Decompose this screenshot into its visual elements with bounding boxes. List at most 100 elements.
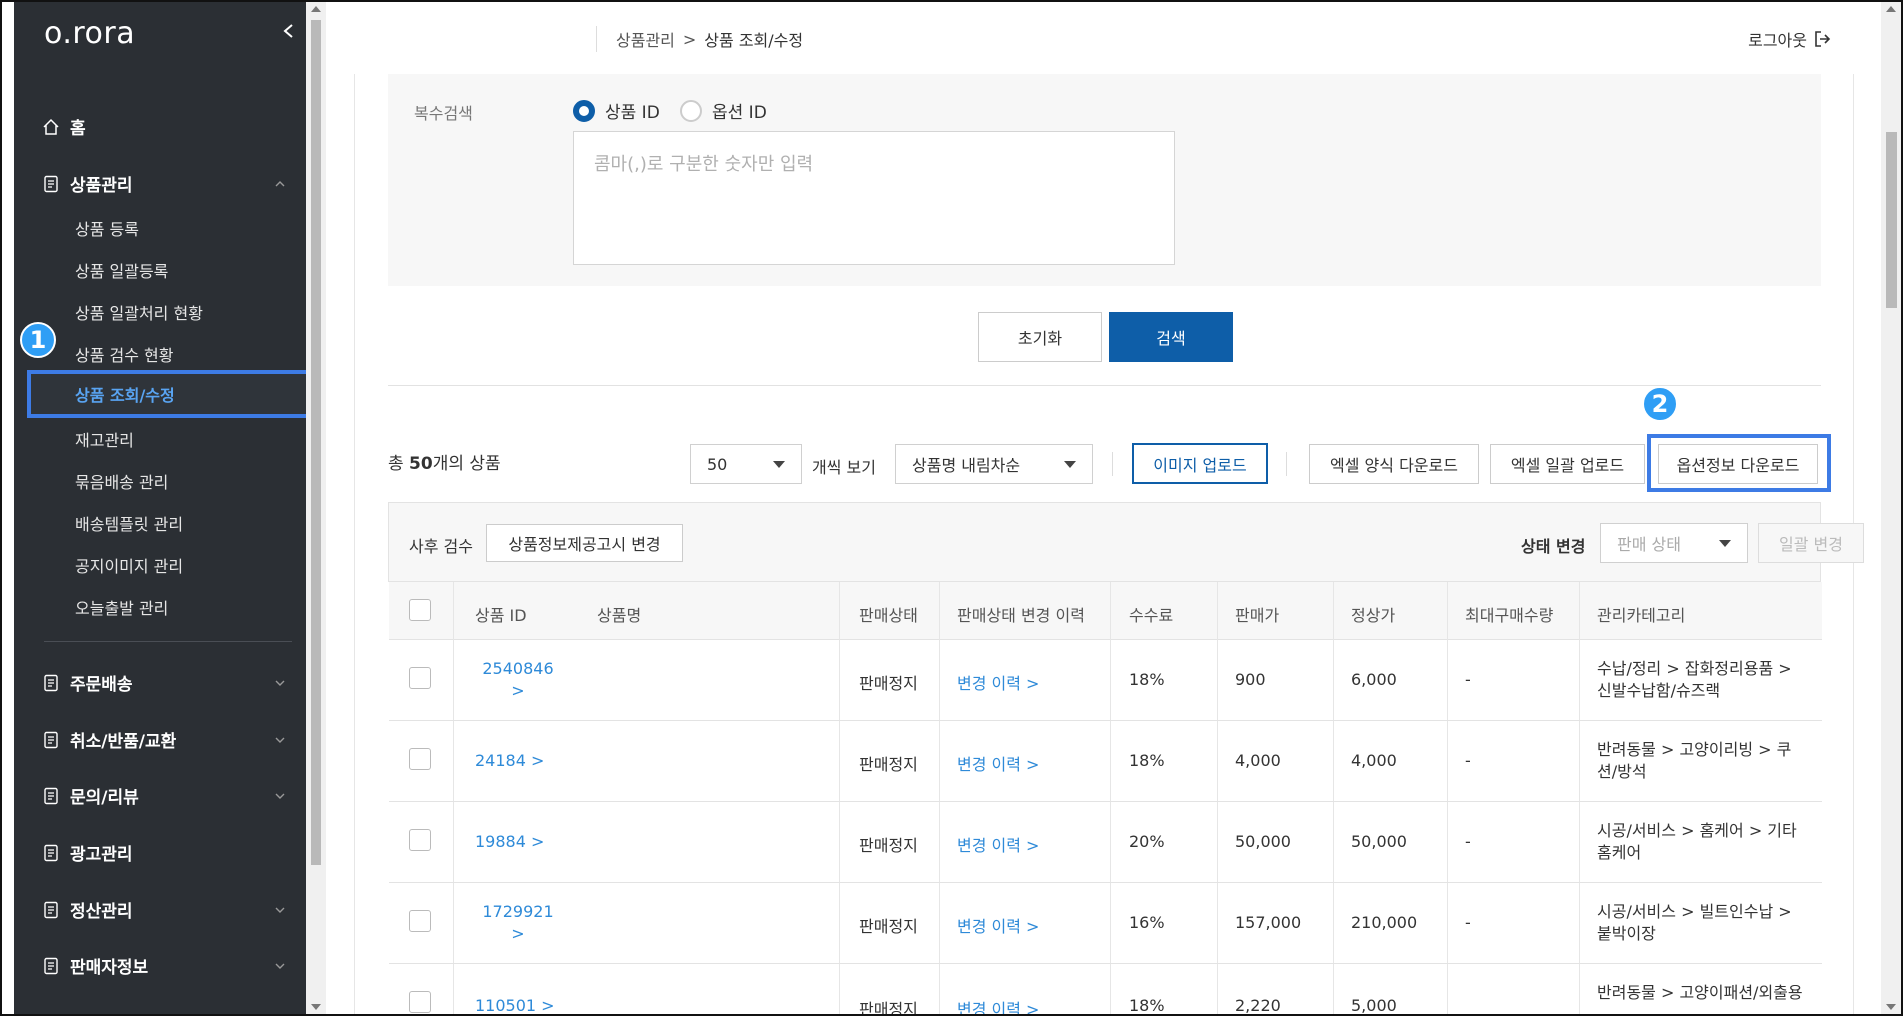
sidebar-item-settlement[interactable]: 정산관리 [42, 897, 285, 922]
th-max-qty: 최대구매수량 [1465, 606, 1554, 625]
sidebar-sub-shipping-template[interactable]: 배송템플릿 관리 [75, 511, 183, 535]
chevron-down-icon [275, 907, 285, 913]
status-placeholder: 판매 상태 [1617, 535, 1681, 554]
history-link[interactable]: 변경 이력 > [957, 751, 1039, 775]
fee-cell: 18% [1129, 751, 1165, 770]
product-id-link[interactable]: 2540846 > [473, 658, 563, 702]
list-price-cell: 5,000 [1351, 996, 1397, 1015]
scrollbar-thumb[interactable] [1886, 132, 1897, 308]
collapse-sidebar-icon[interactable] [282, 24, 296, 38]
sidebar-sub-product-register[interactable]: 상품 등록 [75, 216, 139, 240]
total-count: 총 50개의 상품 [388, 449, 501, 474]
list-price-cell: 4,000 [1351, 751, 1397, 770]
app-window: o.rora 홈 상품관리 상품 등록 상품 일괄등록 상품 일괄처리 현황 상… [0, 0, 1903, 1016]
chevron-down-icon [1064, 460, 1076, 468]
sidebar-sub-bulk-register[interactable]: 상품 일괄등록 [75, 258, 168, 282]
sidebar-item-ads[interactable]: 광고관리 [42, 840, 133, 865]
table-row[interactable]: 19884 > 판매정지 변경 이력 > 20% 50,000 50,000 -… [389, 802, 1822, 883]
category-cell: 시공/서비스 > 빌트인수납 > 붙박이장 [1597, 902, 1792, 943]
table-row[interactable]: 110501 > 판매정지 변경 이력 > 18% 2,220 5,000 반려… [389, 964, 1822, 1016]
reset-button[interactable]: 초기화 [978, 312, 1102, 362]
document-icon [44, 731, 58, 748]
sidebar-item-cancel-return[interactable]: 취소/반품/교환 [42, 727, 285, 752]
status-cell: 판매정지 [859, 1000, 918, 1016]
row-checkbox[interactable] [409, 667, 431, 689]
toolbar-separator [1286, 452, 1287, 476]
page-size-select[interactable]: 50 [690, 444, 802, 484]
history-link[interactable]: 변경 이력 > [957, 996, 1039, 1014]
th-product-id: 상품 ID [475, 606, 527, 625]
sidebar: o.rora 홈 상품관리 상품 등록 상품 일괄등록 상품 일괄처리 현황 상… [14, 2, 311, 1014]
sidebar-sub-bundle-shipping[interactable]: 묶음배송 관리 [75, 469, 168, 493]
status-cell: 판매정지 [859, 674, 918, 693]
document-icon [44, 844, 58, 861]
scroll-up-arrow-icon[interactable] [311, 6, 321, 12]
history-link[interactable]: 변경 이력 > [957, 670, 1039, 694]
sidebar-item-inquiry-review[interactable]: 문의/리뷰 [42, 783, 285, 808]
radio-checked-icon [573, 99, 595, 122]
chevron-down-icon [275, 963, 285, 969]
home-icon [43, 118, 59, 135]
main-scrollbar[interactable] [1881, 2, 1901, 1014]
product-id-link[interactable]: 24184 > [475, 751, 544, 770]
multi-search-label: 복수검색 [414, 104, 473, 123]
total-suffix: 개의 상품 [432, 454, 501, 474]
bulk-toolbar: 사후 검수 상품정보제공고시 변경 상태 변경 판매 상태 일괄 변경 [388, 502, 1864, 582]
scroll-down-arrow-icon[interactable] [311, 1004, 321, 1010]
sidebar-item-seller-info[interactable]: 판매자정보 [42, 953, 285, 978]
sidebar-sub-notice-image[interactable]: 공지이미지 관리 [75, 553, 183, 577]
annotation-badge-2: 2 [1642, 386, 1678, 422]
sidebar-item-home[interactable]: 홈 [42, 114, 86, 139]
multi-search-textarea[interactable]: 콤마(,)로 구분한 숫자만 입력 [573, 131, 1175, 265]
sidebar-item-product-mgmt[interactable]: 상품관리 [42, 171, 285, 196]
row-checkbox[interactable] [409, 991, 431, 1013]
sidebar-sub-product-search-edit[interactable]: 상품 조회/수정 [27, 370, 311, 418]
sidebar-scrollbar[interactable] [306, 2, 326, 1014]
th-status: 판매상태 [859, 606, 918, 625]
notice-change-button[interactable]: 상품정보제공고시 변경 [486, 524, 683, 562]
sidebar-item-orders[interactable]: 주문배송 [42, 670, 285, 695]
breadcrumb-parent[interactable]: 상품관리 [616, 27, 675, 51]
product-id-link[interactable]: 19884 > [475, 832, 544, 851]
scroll-up-arrow-icon[interactable] [1886, 6, 1896, 12]
radio-option-id[interactable]: 옵션 ID [680, 98, 767, 123]
price-cell: 4,000 [1235, 751, 1281, 770]
document-icon [44, 901, 58, 918]
product-id-link[interactable]: 1729921 > [473, 901, 563, 945]
logo[interactable]: o.rora [44, 16, 135, 51]
table-row[interactable]: 24184 > 판매정지 변경 이력 > 18% 4,000 4,000 - 반… [389, 721, 1822, 802]
row-checkbox[interactable] [409, 910, 431, 932]
row-checkbox[interactable] [409, 748, 431, 770]
sort-select[interactable]: 상품명 내림차순 [895, 444, 1093, 484]
page-size-value: 50 [707, 454, 728, 474]
chevron-right-icon: > [511, 924, 525, 943]
sidebar-sub-bulk-status[interactable]: 상품 일괄처리 현황 [75, 300, 203, 324]
history-link[interactable]: 변경 이력 > [957, 832, 1039, 856]
row-checkbox[interactable] [409, 829, 431, 851]
table-row[interactable]: 2540846 > 판매정지 변경 이력 > 18% 900 6,000 - 수… [389, 640, 1822, 721]
status-cell: 판매정지 [859, 917, 918, 936]
excel-form-download-button[interactable]: 엑셀 양식 다운로드 [1309, 444, 1479, 484]
image-upload-button[interactable]: 이미지 업로드 [1132, 443, 1268, 484]
chevron-up-icon [275, 180, 285, 186]
sort-value: 상품명 내림차순 [912, 456, 1021, 475]
max-qty-cell: - [1465, 913, 1471, 932]
status-select[interactable]: 판매 상태 [1600, 523, 1748, 563]
scroll-down-arrow-icon[interactable] [1886, 1004, 1896, 1010]
sidebar-sub-today-ship[interactable]: 오늘출발 관리 [75, 595, 168, 619]
radio-product-id[interactable]: 상품 ID [573, 98, 660, 123]
toolbar-separator [1112, 452, 1113, 476]
product-id-link[interactable]: 110501 > [475, 996, 555, 1014]
excel-bulk-upload-button[interactable]: 엑셀 일괄 업로드 [1490, 444, 1645, 484]
search-button[interactable]: 검색 [1109, 312, 1233, 362]
bulk-change-button[interactable]: 일괄 변경 [1758, 523, 1864, 563]
radio-label: 상품 ID [605, 103, 660, 123]
sidebar-sub-inventory[interactable]: 재고관리 [75, 427, 134, 451]
section-divider [388, 385, 1821, 386]
sidebar-sub-review-status[interactable]: 상품 검수 현황 [75, 342, 174, 366]
table-row[interactable]: 1729921 > 판매정지 변경 이력 > 16% 157,000 210,0… [389, 883, 1822, 964]
select-all-checkbox[interactable] [409, 599, 431, 621]
scrollbar-thumb[interactable] [311, 20, 321, 865]
logout-button[interactable]: 로그아웃 [1748, 27, 1831, 51]
history-link[interactable]: 변경 이력 > [957, 913, 1039, 937]
